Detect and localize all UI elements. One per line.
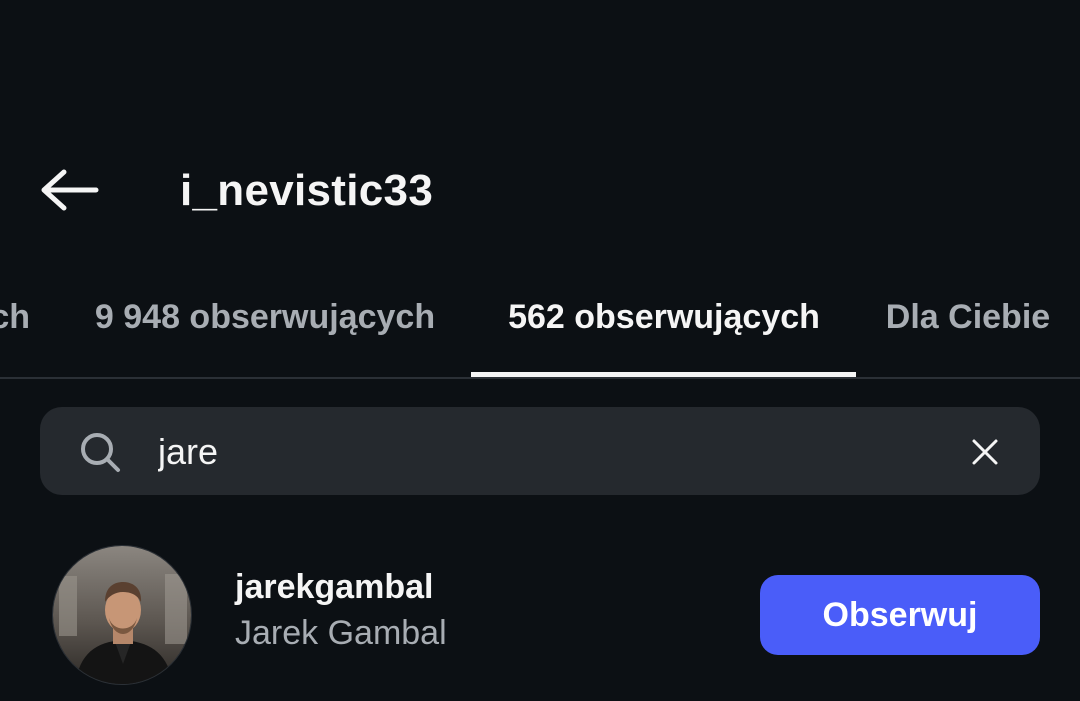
tabs-divider xyxy=(0,377,1080,379)
header: i_nevistic33 xyxy=(0,150,1080,230)
close-icon xyxy=(972,439,998,465)
username: jarekgambal xyxy=(235,568,434,606)
tab-followers-9948[interactable]: 9 948 obserwujących xyxy=(60,280,470,376)
clear-search-button[interactable] xyxy=(962,430,1008,474)
page-title: i_nevistic33 xyxy=(180,166,434,215)
tab-following-partial[interactable]: ch xyxy=(0,280,30,376)
profile-photo xyxy=(53,546,191,684)
arrow-left-icon xyxy=(41,169,99,211)
search-input[interactable] xyxy=(158,424,918,480)
avatar[interactable] xyxy=(52,545,192,685)
list-item[interactable]: jarekgambal Jarek Gambal Obserwuj xyxy=(0,540,1080,690)
full-name: Jarek Gambal xyxy=(235,614,447,652)
followers-page: i_nevistic33 ch 9 948 obserwujących 562 … xyxy=(0,0,1080,701)
follow-button[interactable]: Obserwuj xyxy=(760,575,1040,655)
search-icon xyxy=(81,433,120,472)
tab-for-you[interactable]: Dla Ciebie xyxy=(870,280,1066,376)
back-button[interactable] xyxy=(36,164,104,216)
tab-followers-562[interactable]: 562 obserwujących xyxy=(472,280,856,376)
tab-bar: ch 9 948 obserwujących 562 obserwujących… xyxy=(0,280,1080,378)
